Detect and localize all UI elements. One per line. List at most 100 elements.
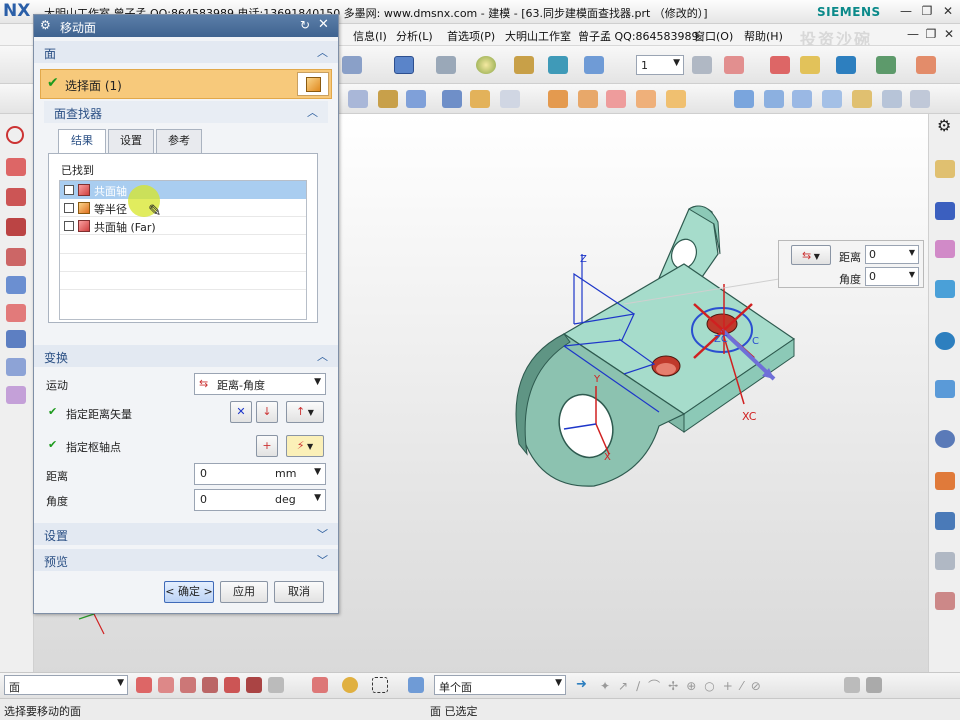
wcs-icon[interactable]	[724, 56, 744, 74]
work-view-icon[interactable]	[584, 56, 604, 74]
face-select-icon[interactable]	[297, 72, 329, 96]
hd3d-icon[interactable]	[935, 332, 955, 350]
list-item[interactable]: 共面轴 (Far)	[60, 217, 306, 235]
section-face-finder[interactable]: 面查找器 ︿	[44, 101, 328, 123]
ok-button[interactable]: < 确定 >	[164, 581, 214, 603]
close-icon[interactable]: ✕	[939, 3, 957, 20]
snap-center-icon[interactable]	[224, 677, 240, 693]
angle-field[interactable]: 0 deg ▼	[194, 489, 326, 511]
shading-icon[interactable]	[476, 56, 496, 74]
mirror-face-icon[interactable]	[636, 90, 656, 108]
process-studio-icon[interactable]	[935, 512, 955, 530]
menu-studio[interactable]: 大明山工作室	[505, 28, 571, 44]
curve-tool-icon[interactable]	[6, 218, 26, 236]
view-orient-icon[interactable]	[436, 56, 456, 74]
grid-icon[interactable]	[876, 56, 896, 74]
list-item[interactable]: 等半径	[60, 199, 306, 217]
spline-tool-icon[interactable]	[6, 188, 26, 206]
move-face-icon[interactable]	[348, 90, 368, 108]
measure-icon[interactable]	[800, 56, 820, 74]
web-browser-icon[interactable]	[935, 380, 955, 398]
part-navigator-icon[interactable]	[935, 240, 955, 258]
layer-settings-icon[interactable]	[692, 56, 712, 74]
ruler-icon[interactable]	[916, 56, 936, 74]
snap-point-on-curve-icon[interactable]	[268, 677, 284, 693]
type-filter-select[interactable]: 面 ▼	[4, 675, 128, 695]
select-face-row[interactable]: ✔ 选择面 (1)	[40, 69, 332, 99]
resize-blend-icon[interactable]	[470, 90, 490, 108]
snap-point-icon[interactable]	[836, 56, 856, 74]
list-item[interactable]: 共面轴	[60, 181, 306, 199]
close-icon[interactable]: ✕	[318, 17, 329, 32]
feature-tool-icon[interactable]	[6, 358, 26, 376]
gear-icon[interactable]: ⚙	[40, 18, 51, 32]
menu-author[interactable]: 曾子孟 QQ:864583989	[578, 28, 699, 44]
snap-options-icon[interactable]	[866, 677, 882, 693]
extrude-tool-icon[interactable]	[6, 276, 26, 294]
tab-results[interactable]: 结果	[58, 129, 106, 153]
vector-type-button[interactable]: ↑ ▼	[286, 401, 324, 423]
menu-analysis[interactable]: 分析(L)	[396, 28, 433, 44]
history-icon[interactable]	[935, 430, 955, 448]
dialog-title-bar[interactable]: ⚙ 移动面 ↻ ✕	[34, 15, 338, 37]
gear-icon[interactable]: ⚙	[937, 116, 951, 135]
tab-reference[interactable]: 参考	[156, 129, 202, 153]
replace-face-icon[interactable]	[442, 90, 462, 108]
paste-face-icon[interactable]	[606, 90, 626, 108]
result-checkbox[interactable]	[64, 203, 74, 213]
point-type-button[interactable]: ⚡ ▼	[286, 435, 324, 457]
float-distance-field[interactable]: 0 ▼	[865, 245, 919, 264]
arc-tool-icon[interactable]	[6, 158, 26, 176]
face-rule-icon[interactable]	[408, 677, 424, 693]
n-sided-icon[interactable]	[822, 90, 842, 108]
motion-type-button[interactable]: ⇆ ▼	[791, 245, 831, 265]
section-settings[interactable]: 设置 ﹀	[34, 523, 338, 545]
constraint-navigator-icon[interactable]	[935, 202, 955, 220]
minimize-icon[interactable]: —	[897, 3, 915, 20]
copy-face-icon[interactable]	[548, 90, 568, 108]
cut-face-icon[interactable]	[578, 90, 598, 108]
system-materials-icon[interactable]	[935, 472, 955, 490]
wcs-origin-icon[interactable]	[770, 56, 790, 74]
delete-face-icon[interactable]	[500, 90, 520, 108]
snap-grid-icon[interactable]	[844, 677, 860, 693]
doc-minimize-icon[interactable]: —	[904, 26, 922, 43]
trim-sheet-icon[interactable]	[910, 90, 930, 108]
select-all-icon[interactable]	[342, 677, 358, 693]
pull-face-icon[interactable]	[378, 90, 398, 108]
snap-quadrant-icon[interactable]	[246, 677, 262, 693]
apply-button[interactable]: 应用	[220, 581, 268, 603]
float-angle-field[interactable]: 0 ▼	[865, 267, 919, 286]
vector-dialog-button[interactable]: ✕	[230, 401, 252, 423]
section-preview[interactable]: 预览 ﹀	[34, 549, 338, 571]
fit-view-icon[interactable]	[394, 56, 414, 74]
swept-icon[interactable]	[792, 90, 812, 108]
section-icon[interactable]	[548, 56, 568, 74]
tab-settings[interactable]: 设置	[108, 129, 154, 153]
roles-icon[interactable]	[935, 592, 955, 610]
cancel-button[interactable]: 取消	[274, 581, 324, 603]
section-transform[interactable]: 变换 ︿	[34, 345, 338, 367]
menu-help[interactable]: 帮助(H)	[744, 28, 783, 44]
rectangle-select-icon[interactable]	[372, 677, 388, 693]
draft-tool-icon[interactable]	[6, 386, 26, 404]
through-curves-icon[interactable]	[764, 90, 784, 108]
result-checkbox[interactable]	[64, 221, 74, 231]
menu-preferences[interactable]: 首选项(P)	[447, 28, 495, 44]
pattern-face-icon[interactable]	[666, 90, 686, 108]
reset-icon[interactable]: ↻	[300, 18, 310, 32]
motion-select[interactable]: ⇆ 距离-角度 ▼	[194, 373, 326, 395]
bridge-icon[interactable]	[852, 90, 872, 108]
restore-icon[interactable]: ❐	[918, 3, 936, 20]
helix-tool-icon[interactable]	[6, 248, 26, 266]
point-dialog-button[interactable]: +	[256, 435, 278, 457]
result-checkbox[interactable]	[64, 185, 74, 195]
doc-restore-icon[interactable]: ❐	[922, 26, 940, 43]
circle-tool-icon[interactable]	[6, 126, 24, 144]
snap-control-icon[interactable]	[180, 677, 196, 693]
doc-close-icon[interactable]: ✕	[940, 26, 958, 43]
snap-icon[interactable]	[342, 56, 362, 74]
distance-field[interactable]: 0 mm ▼	[194, 463, 326, 485]
render-icon[interactable]	[514, 56, 534, 74]
offset-region-icon[interactable]	[406, 90, 426, 108]
